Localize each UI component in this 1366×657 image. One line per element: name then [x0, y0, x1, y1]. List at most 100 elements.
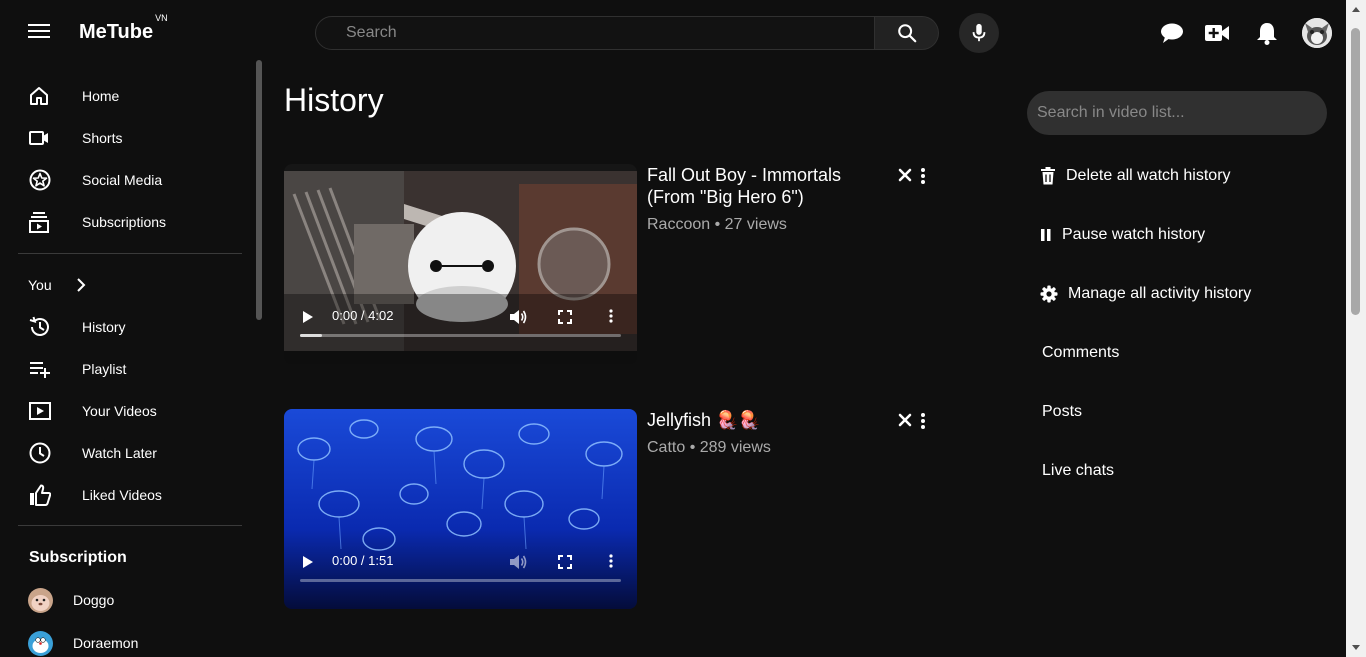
voice-search-button[interactable] — [959, 13, 999, 53]
mic-icon — [972, 23, 986, 42]
history-video-item: 0:00 / 4:02 Fall Out Boy - Immortals (Fr… — [284, 164, 944, 364]
sidebar-item-social-media[interactable]: Social Media — [18, 161, 242, 199]
video-title[interactable]: Fall Out Boy - Immortals (From "Big Hero… — [647, 164, 877, 208]
video-list-search-input[interactable] — [1027, 91, 1327, 135]
more-vertical-icon[interactable] — [921, 168, 925, 184]
bell-icon — [1257, 23, 1277, 45]
search-button[interactable] — [875, 16, 939, 50]
comments-link[interactable]: Comments — [1042, 344, 1119, 362]
delete-all-history-button[interactable]: Delete all watch history — [1040, 164, 1231, 188]
sidebar-item-subscriptions[interactable]: Subscriptions — [18, 203, 242, 241]
video-time: 0:00 / 4:02 — [332, 308, 394, 323]
action-label: Pause watch history — [1062, 226, 1206, 243]
history-icon — [29, 316, 49, 336]
fullscreen-icon[interactable] — [558, 310, 572, 324]
notifications-button[interactable] — [1254, 20, 1280, 46]
logo-text: MeTube — [79, 21, 154, 43]
search-icon — [897, 24, 916, 43]
pause-history-button[interactable]: Pause watch history — [1040, 223, 1205, 247]
sidebar-item-label: Liked Videos — [82, 487, 162, 503]
create-video-button[interactable] — [1204, 20, 1230, 46]
video-meta: Catto • 289 views — [647, 439, 771, 456]
more-vertical-icon[interactable] — [609, 309, 613, 323]
sidebar-item-label: Playlist — [82, 361, 127, 377]
action-label: Delete all watch history — [1066, 167, 1231, 184]
video-title[interactable]: Jellyfish 🪼🪼 — [647, 409, 877, 431]
close-icon[interactable] — [898, 168, 912, 182]
chevron-right-icon — [76, 278, 86, 292]
video-player[interactable]: 0:00 / 1:51 — [284, 409, 637, 609]
sidebar-item-watch-later[interactable]: Watch Later — [18, 434, 242, 472]
sidebar-item-home[interactable]: Home — [18, 77, 242, 115]
subscription-heading: Subscription — [29, 549, 127, 566]
sidebar-scrollbar[interactable] — [256, 60, 262, 320]
logo[interactable]: MeTubeVN — [79, 13, 168, 44]
play-icon[interactable] — [302, 310, 314, 324]
channel-name: Doggo — [73, 592, 115, 608]
page-title: History — [284, 82, 384, 118]
shorts-icon — [29, 131, 48, 145]
sidebar-divider — [18, 525, 242, 526]
chat-bubble-icon — [1161, 23, 1183, 43]
action-label: Manage all activity history — [1068, 285, 1252, 302]
user-avatar[interactable] — [1302, 18, 1332, 48]
volume-icon[interactable] — [509, 553, 527, 571]
star-icon — [29, 169, 51, 191]
search-input[interactable] — [315, 16, 875, 50]
video-player[interactable]: 0:00 / 4:02 — [284, 164, 637, 364]
scroll-up-arrow-icon[interactable] — [1352, 7, 1360, 12]
sidebar-you-section[interactable]: You — [28, 275, 108, 295]
you-label: You — [28, 277, 52, 293]
video-controls: 0:00 / 4:02 — [284, 294, 637, 364]
volume-icon[interactable] — [509, 308, 527, 326]
chat-button[interactable] — [1159, 20, 1185, 46]
trash-icon — [1041, 167, 1055, 185]
play-icon[interactable] — [302, 555, 314, 569]
more-vertical-icon[interactable] — [921, 413, 925, 429]
home-icon — [30, 87, 48, 105]
manage-activity-button[interactable]: Manage all activity history — [1040, 282, 1251, 306]
subscription-item-doraemon[interactable]: Doraemon — [28, 630, 138, 656]
channel-name: Doraemon — [73, 635, 139, 651]
sidebar-item-label: Watch Later — [82, 445, 157, 461]
live-chats-link[interactable]: Live chats — [1042, 462, 1114, 480]
subscriptions-icon — [29, 212, 49, 233]
logo-region: VN — [155, 13, 168, 24]
more-vertical-icon[interactable] — [609, 554, 613, 568]
sidebar-item-label: Shorts — [82, 130, 123, 146]
thumbs-up-icon — [30, 484, 51, 506]
posts-link[interactable]: Posts — [1042, 403, 1082, 421]
video-controls: 0:00 / 1:51 — [284, 539, 637, 609]
close-icon[interactable] — [898, 413, 912, 427]
sidebar-item-shorts[interactable]: Shorts — [18, 119, 242, 157]
pause-icon — [1041, 229, 1051, 241]
progress-bar[interactable] — [300, 579, 621, 582]
video-add-icon — [1205, 25, 1229, 41]
channel-avatar — [28, 587, 53, 613]
sidebar-item-label: Home — [82, 88, 120, 104]
sidebar-item-liked-videos[interactable]: Liked Videos — [18, 476, 242, 514]
sidebar-item-label: Subscriptions — [82, 214, 167, 230]
sidebar: Home Shorts Social Media Subscriptions Y… — [0, 64, 258, 657]
sidebar-item-playlist[interactable]: Playlist — [18, 350, 242, 388]
progress-fill — [300, 334, 323, 337]
playlist-add-icon — [30, 362, 50, 378]
sidebar-item-your-videos[interactable]: Your Videos — [18, 392, 242, 430]
gear-icon — [1040, 285, 1058, 303]
page-scrollbar[interactable] — [1346, 0, 1366, 657]
channel-avatar — [28, 630, 53, 656]
top-bar: MeTubeVN — [0, 0, 1346, 64]
video-time: 0:00 / 1:51 — [332, 553, 394, 568]
scrollbar-thumb[interactable] — [1351, 28, 1360, 315]
sidebar-item-label: History — [82, 319, 126, 335]
scroll-down-arrow-icon[interactable] — [1352, 645, 1360, 650]
sidebar-divider — [18, 253, 242, 254]
sidebar-item-history[interactable]: History — [18, 308, 242, 346]
fullscreen-icon[interactable] — [558, 555, 572, 569]
progress-bar[interactable] — [300, 334, 621, 337]
sidebar-item-label: Social Media — [82, 172, 163, 188]
sidebar-item-label: Your Videos — [82, 403, 157, 419]
subscription-item-doggo[interactable]: Doggo — [28, 587, 114, 613]
clock-icon — [29, 442, 51, 464]
menu-icon[interactable] — [28, 24, 50, 40]
